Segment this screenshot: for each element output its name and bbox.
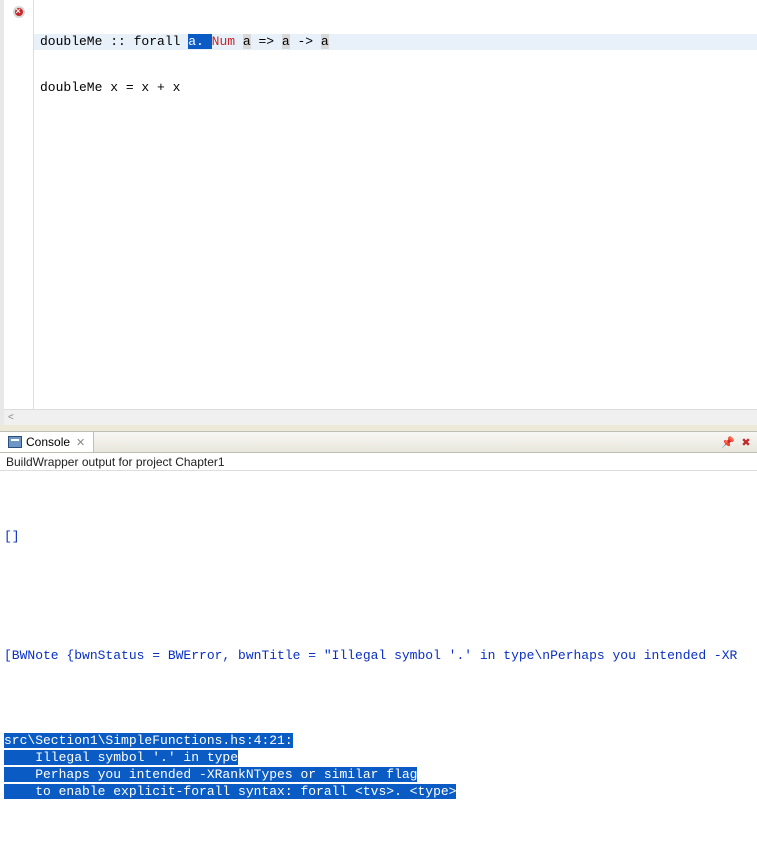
code-text: => — [251, 34, 282, 49]
code-text: doubleMe x = x + x — [40, 80, 180, 95]
horizontal-scrollbar[interactable]: < — [4, 409, 757, 425]
code-line[interactable]: doubleMe :: forall a. Num a => a -> a — [34, 34, 757, 50]
error-icon[interactable] — [13, 6, 25, 18]
type-var: a — [243, 34, 251, 49]
console-selection: src\Section1\SimpleFunctions.hs:4:21: — [4, 733, 293, 748]
console-selection: Illegal symbol '.' in type — [4, 750, 238, 765]
console-selection: Perhaps you intended -XRankNTypes or sim… — [4, 767, 417, 782]
close-icon[interactable]: ✕ — [76, 436, 85, 449]
tab-console[interactable]: Console ✕ — [0, 432, 94, 452]
console-icon — [8, 436, 22, 448]
tab-label: Console — [26, 435, 70, 449]
pin-icon[interactable]: 📌 — [721, 435, 735, 449]
editor-pane: doubleMe :: forall a. Num a => a -> a do… — [0, 0, 757, 425]
console-title: BuildWrapper output for project Chapter1 — [6, 455, 225, 469]
code-text — [235, 34, 243, 49]
code-line[interactable]: doubleMe x = x + x — [34, 80, 757, 96]
selection: a. — [188, 34, 211, 49]
remove-icon[interactable]: ✖ — [739, 435, 753, 449]
type-var: a — [321, 34, 329, 49]
type-class: Num — [212, 34, 235, 49]
console-selection: to enable explicit-forall syntax: forall… — [4, 784, 456, 799]
code-lines[interactable]: doubleMe :: forall a. Num a => a -> a do… — [34, 0, 757, 409]
code-text: doubleMe :: forall — [40, 34, 188, 49]
tabbar-tools: 📌 ✖ — [721, 432, 757, 452]
scroll-left-icon[interactable]: < — [8, 412, 14, 423]
console-header: BuildWrapper output for project Chapter1 — [0, 453, 757, 471]
type-var: a — [282, 34, 290, 49]
view-tabbar: Console ✕ 📌 ✖ — [0, 431, 757, 453]
console-line: [BWNote {bwnStatus = BWError, bwnTitle =… — [4, 648, 737, 663]
gutter-row[interactable] — [4, 4, 33, 20]
gutter-row — [4, 20, 33, 36]
console-line: [] — [4, 529, 20, 544]
console-output[interactable]: [] [BWNote {bwnStatus = BWError, bwnTitl… — [0, 471, 757, 849]
code-body: doubleMe :: forall a. Num a => a -> a do… — [4, 0, 757, 409]
code-text: -> — [290, 34, 321, 49]
gutter — [4, 0, 34, 409]
